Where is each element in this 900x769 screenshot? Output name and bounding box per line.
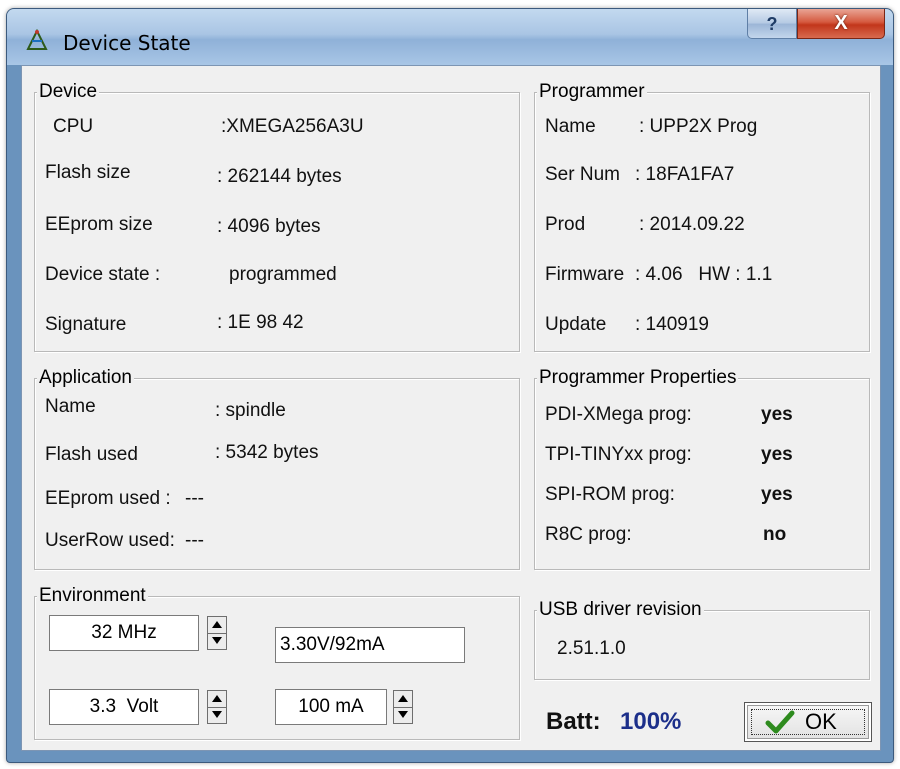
eeprom-used-value: --- — [185, 488, 204, 509]
userrow-used-label: UserRow used: — [45, 530, 175, 551]
pdi-xmega-value: yes — [761, 404, 793, 425]
spin-down-icon[interactable] — [394, 707, 412, 723]
eeprom-size-label: EEprom size — [45, 214, 153, 235]
programmer-properties-title: Programmer Properties — [537, 366, 739, 390]
app-name-value: : spindle — [215, 400, 286, 421]
programmer-name-label: Name — [545, 116, 596, 137]
spi-rom-value: yes — [761, 484, 793, 505]
usb-driver-group-title: USB driver revision — [537, 598, 704, 622]
eeprom-size-value: : 4096 bytes — [217, 216, 321, 237]
ok-button[interactable]: OK — [744, 702, 872, 742]
firmware-value: : 4.06 HW : 1.1 — [635, 264, 773, 285]
spin-up-icon[interactable] — [208, 617, 226, 634]
battery-label: Batt: — [546, 708, 601, 735]
device-group: Device CPU :XMEGA256A3U Flash size : 262… — [34, 80, 520, 352]
current-limit-field[interactable]: 100 mA — [275, 689, 387, 725]
cpu-value: :XMEGA256A3U — [221, 116, 364, 137]
cpu-label: CPU — [53, 116, 94, 137]
close-button[interactable]: X — [797, 9, 885, 39]
ok-label: OK — [805, 709, 837, 734]
userrow-used-value: --- — [185, 530, 204, 551]
help-button[interactable]: ? — [747, 9, 797, 39]
serial-number-value: : 18FA1FA7 — [635, 164, 735, 185]
clock-spin-arrows-icon[interactable] — [207, 616, 227, 650]
tpi-tiny-label: TPI-TINYxx prog: — [545, 444, 692, 465]
application-group-title: Application — [37, 366, 134, 390]
device-state-window: Device State ? X Device CPU :XMEGA256A3U… — [6, 8, 894, 763]
voltage-spin-arrows-icon[interactable] — [207, 690, 227, 724]
application-group: Application Name : spindle Flash used : … — [34, 366, 520, 570]
signature-value: : 1E 98 42 — [217, 312, 304, 333]
programmer-group: Programmer Name : UPP2X Prog Ser Num : 1… — [534, 80, 870, 352]
voltage-current-readout: 3.30V/92mA — [275, 627, 465, 663]
production-date-label: Prod — [545, 214, 586, 235]
device-state-value: programmed — [229, 264, 337, 285]
spin-down-icon[interactable] — [208, 707, 226, 723]
voltage-field[interactable]: 3.3 Volt — [49, 689, 199, 725]
checkmark-icon — [765, 710, 795, 734]
flash-used-label: Flash used — [45, 444, 138, 465]
programmer-name-value: : UPP2X Prog — [639, 116, 758, 137]
serial-number-label: Ser Num — [545, 164, 620, 185]
clock-frequency-field[interactable]: 32 MHz — [49, 615, 199, 651]
antenna-icon — [26, 29, 48, 50]
environment-group-title: Environment — [37, 584, 148, 608]
r8c-label: R8C prog: — [545, 524, 632, 545]
r8c-value: no — [763, 524, 787, 545]
tpi-tiny-value: yes — [761, 444, 793, 465]
device-group-title: Device — [37, 80, 100, 104]
environment-group: Environment 32 MHz 3.30V/92mA 3.3 Volt 1… — [34, 584, 520, 740]
flash-size-value: : 262144 bytes — [217, 166, 342, 187]
spin-down-icon[interactable] — [208, 633, 226, 649]
close-icon: X — [834, 12, 848, 34]
current-limit-spin-arrows-icon[interactable] — [393, 690, 413, 724]
dialog-client-area: Device CPU :XMEGA256A3U Flash size : 262… — [21, 65, 881, 751]
programmer-group-title: Programmer — [537, 80, 647, 104]
pdi-xmega-label: PDI-XMega prog: — [545, 404, 692, 425]
update-label: Update — [545, 314, 607, 335]
spin-up-icon[interactable] — [208, 691, 226, 708]
battery-value: 100% — [620, 708, 682, 735]
spin-up-icon[interactable] — [394, 691, 412, 708]
title-bar[interactable]: Device State ? X — [7, 9, 893, 65]
eeprom-used-label: EEprom used : — [45, 488, 171, 509]
flash-size-label: Flash size — [45, 162, 131, 183]
app-name-label: Name — [45, 396, 96, 417]
device-state-label: Device state : — [45, 264, 161, 285]
usb-driver-value: 2.51.1.0 — [557, 638, 626, 659]
update-value: : 140919 — [635, 314, 709, 335]
flash-used-value: : 5342 bytes — [215, 442, 319, 463]
signature-label: Signature — [45, 314, 127, 335]
help-icon: ? — [766, 14, 778, 34]
firmware-label: Firmware — [545, 264, 625, 285]
window-title: Device State — [63, 31, 191, 55]
usb-driver-group: USB driver revision 2.51.1.0 — [534, 598, 870, 680]
programmer-properties-group: Programmer Properties PDI-XMega prog: ye… — [534, 366, 870, 570]
spi-rom-label: SPI-ROM prog: — [545, 484, 675, 505]
production-date-value: : 2014.09.22 — [639, 214, 745, 235]
